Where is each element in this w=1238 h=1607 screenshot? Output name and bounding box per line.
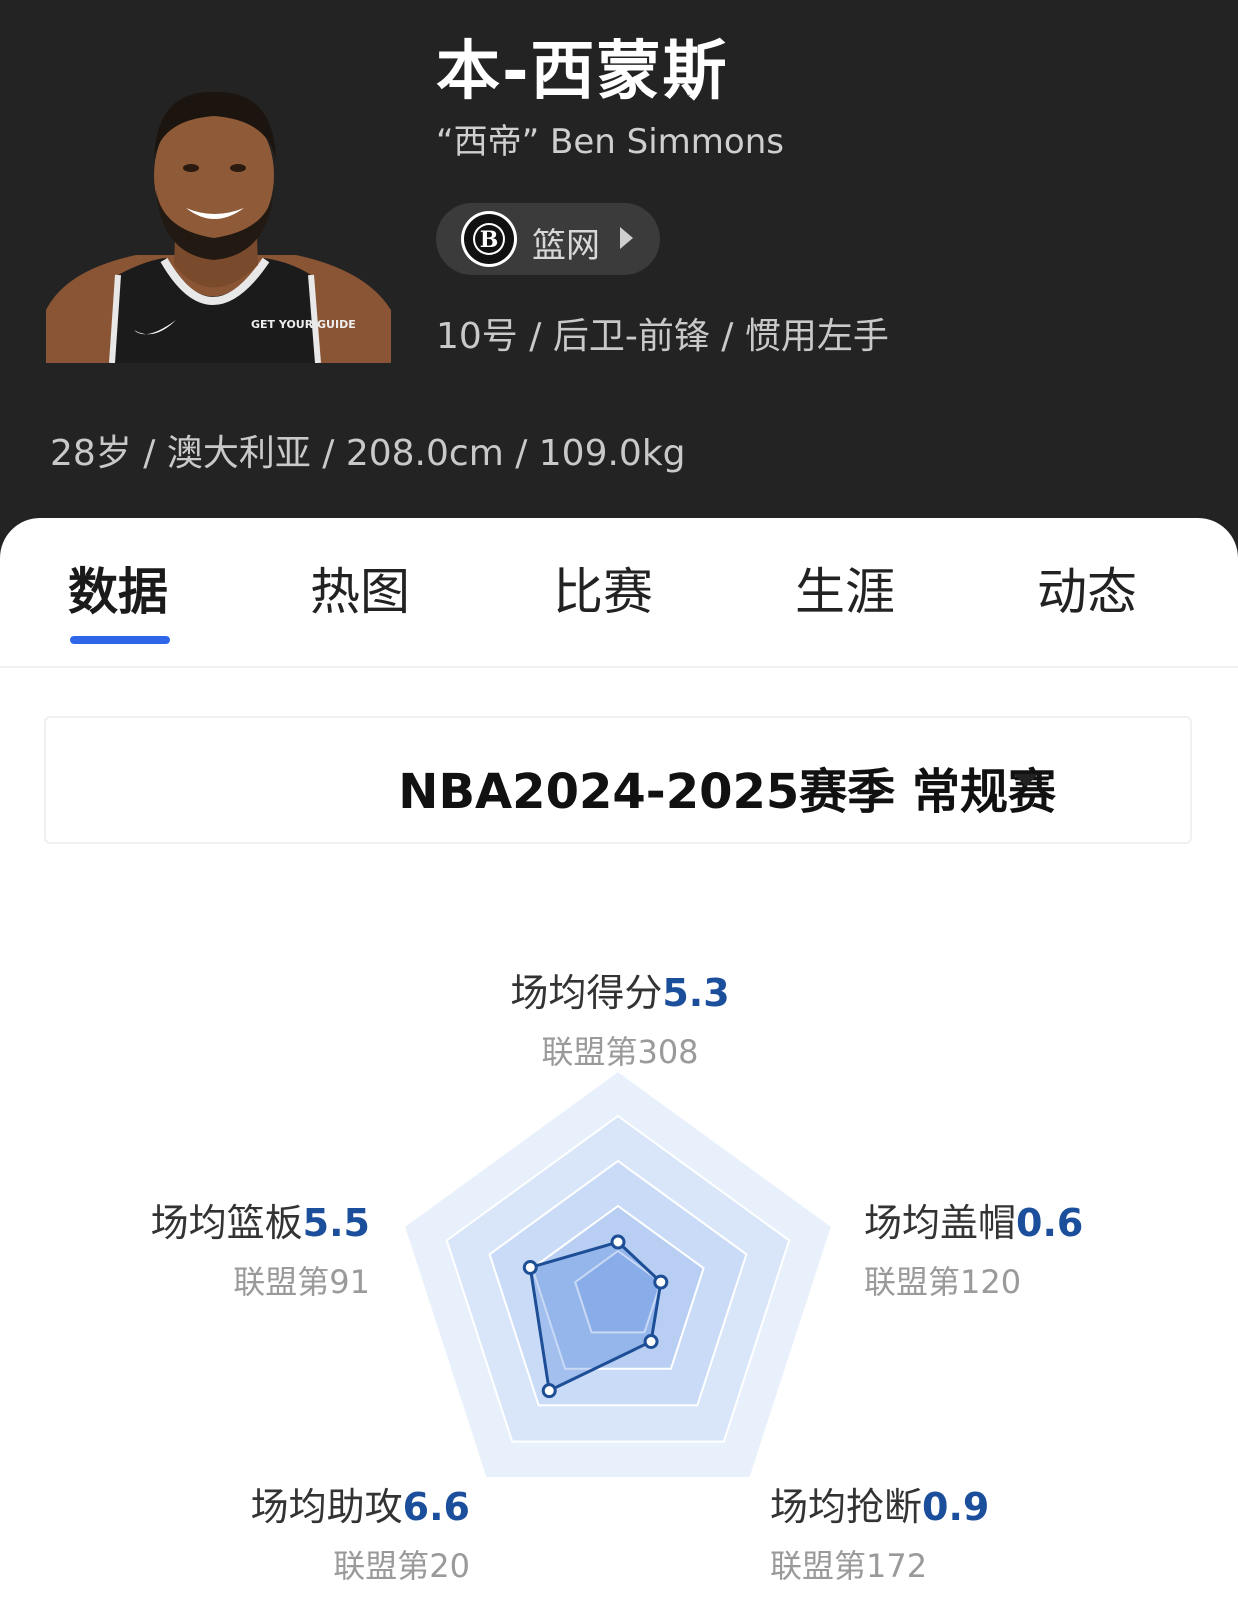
stat-points-rank: 联盟第308: [541, 1033, 699, 1071]
radar-point-0: [610, 1234, 626, 1250]
radar-chart: [402, 1069, 834, 1480]
stat-blocks-value: 0.6: [1016, 1201, 1084, 1245]
stat-rebounds-rank: 联盟第91: [233, 1263, 370, 1301]
stat-assists-label: 场均助攻: [250, 1485, 403, 1529]
stat-assists: 场均助攻6.6 联盟第20: [200, 1476, 470, 1587]
stat-assists-value: 6.6: [402, 1485, 470, 1529]
radar-point-4: [522, 1259, 538, 1275]
stat-points: 场均得分5.3 联盟第308: [505, 962, 735, 1073]
stat-steals-value: 0.9: [922, 1485, 990, 1529]
stat-rebounds: 场均篮板5.5 联盟第91: [100, 1192, 370, 1303]
stat-rebounds-label: 场均篮板: [150, 1201, 303, 1245]
radar-point-2: [643, 1334, 659, 1350]
stat-points-value: 5.3: [662, 971, 730, 1015]
radar-point-3: [541, 1383, 557, 1399]
stat-steals-rank: 联盟第172: [770, 1547, 928, 1585]
radar-point-1: [653, 1274, 669, 1290]
stat-blocks-rank: 联盟第120: [864, 1263, 1022, 1301]
stat-assists-rank: 联盟第20: [333, 1547, 470, 1585]
stat-steals: 场均抢断0.9 联盟第172: [770, 1476, 989, 1587]
stat-blocks: 场均盖帽0.6 联盟第120: [864, 1192, 1083, 1303]
stat-points-label: 场均得分: [510, 971, 663, 1015]
stat-rebounds-value: 5.5: [302, 1201, 370, 1245]
stat-steals-label: 场均抢断: [770, 1485, 923, 1529]
stat-blocks-label: 场均盖帽: [864, 1201, 1017, 1245]
